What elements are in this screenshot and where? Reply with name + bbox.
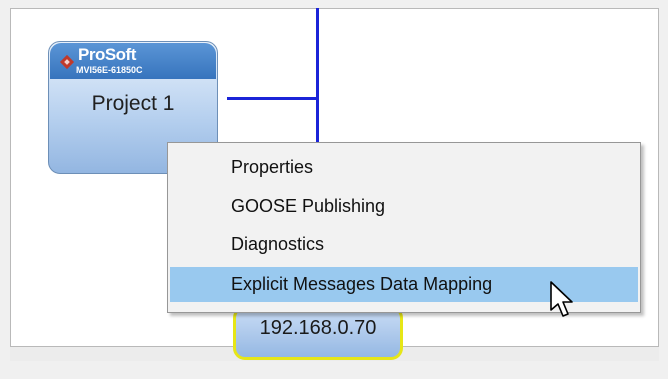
device-brand: ProSoft — [78, 45, 136, 64]
menu-item-goose-publishing[interactable]: GOOSE Publishing — [170, 189, 638, 224]
ip-address-node[interactable]: 192.168.0.70 — [233, 306, 403, 360]
prosoft-logo: ProSoft MVI56E-61850C — [50, 43, 216, 79]
device-model: MVI56E-61850C — [76, 65, 143, 75]
device-node-label: Project 1 — [91, 92, 175, 115]
menu-item-properties[interactable]: Properties — [170, 150, 638, 185]
device-connection-line — [227, 97, 319, 100]
arrow-pointer-icon — [550, 281, 573, 317]
prosoft-diamond-icon — [59, 54, 75, 70]
menu-item-diagnostics[interactable]: Diagnostics — [170, 227, 638, 262]
ip-address-label: 192.168.0.70 — [259, 317, 377, 339]
